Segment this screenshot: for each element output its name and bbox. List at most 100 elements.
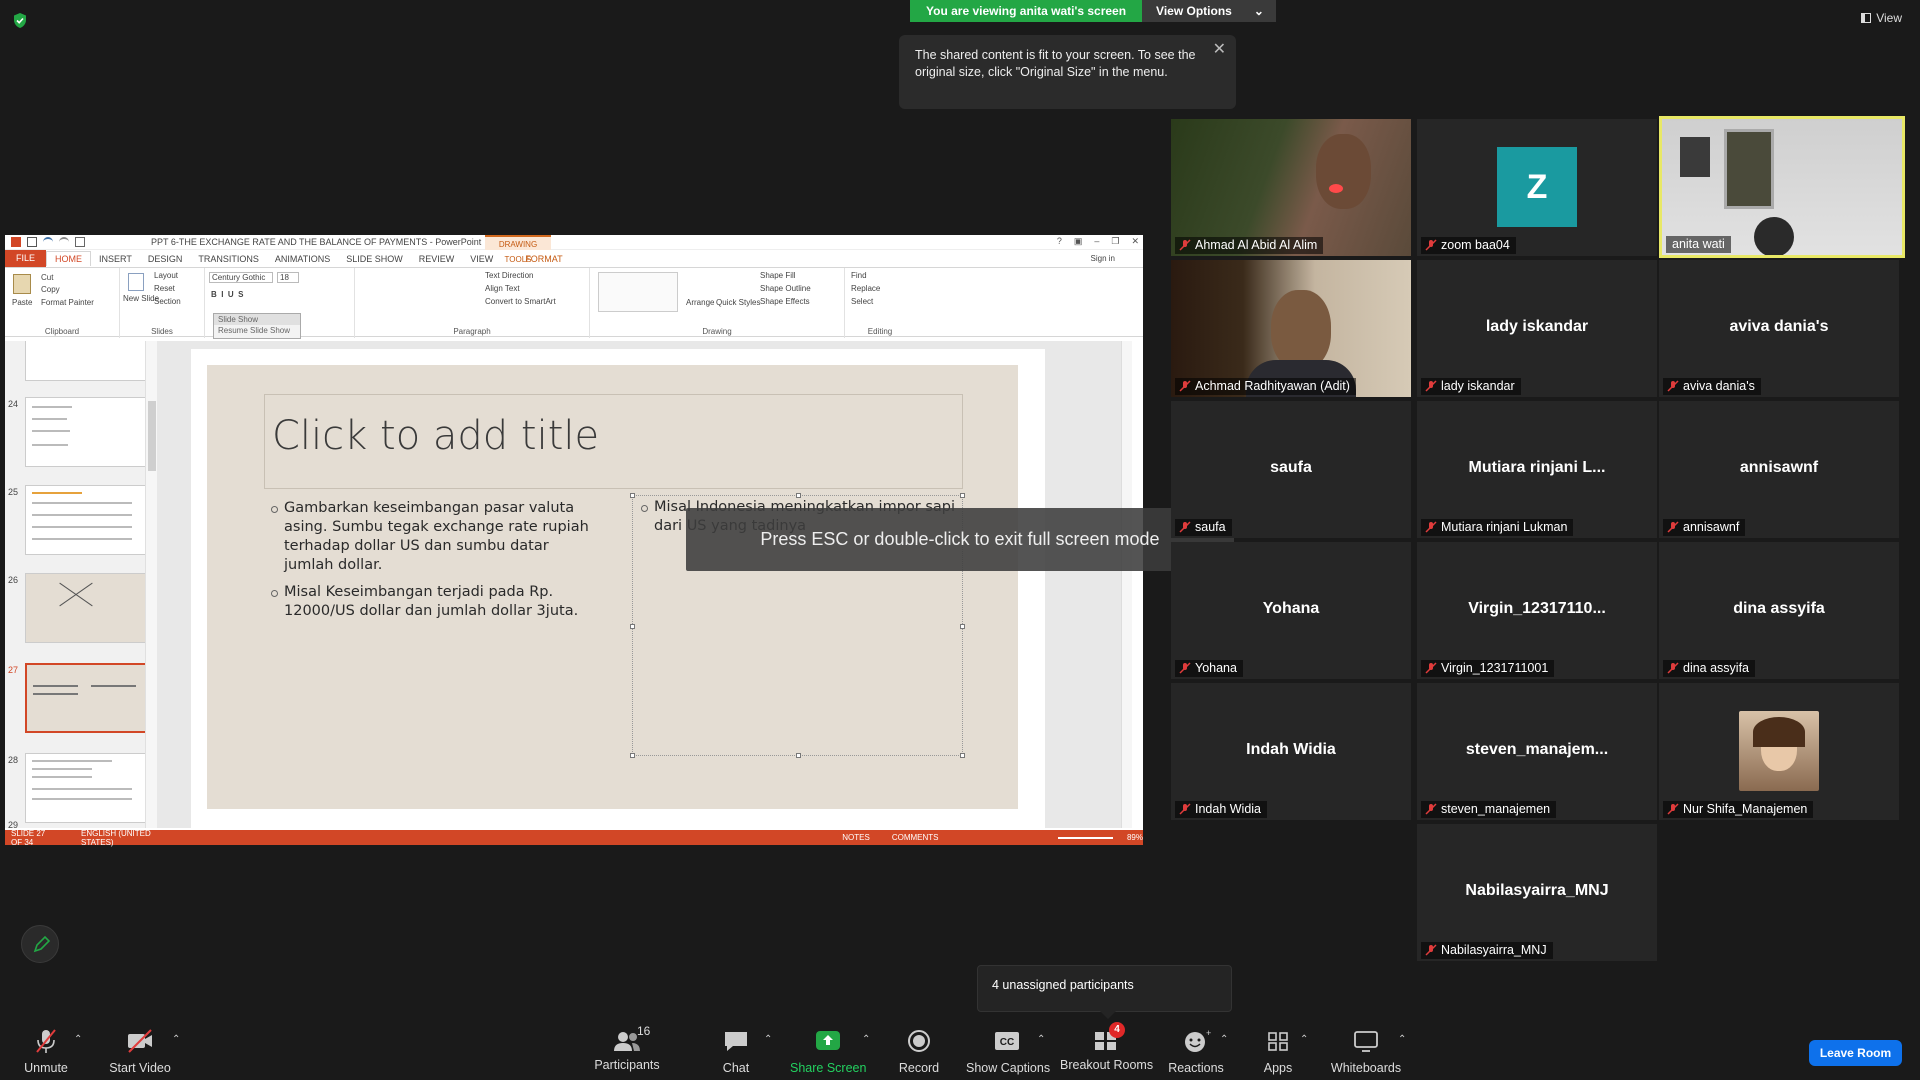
start-video-button[interactable]: Start Video: [105, 1020, 175, 1080]
participant-tile[interactable]: Virgin_12317110... Virgin_1231711001: [1417, 542, 1657, 679]
show-captions-button[interactable]: CC Show Captions: [966, 1020, 1050, 1080]
select-button[interactable]: Select: [851, 297, 873, 306]
record-button[interactable]: Record: [895, 1020, 943, 1080]
resize-handle[interactable]: [630, 493, 635, 498]
resize-handle[interactable]: [630, 753, 635, 758]
whiteboards-button[interactable]: Whiteboards: [1330, 1020, 1402, 1080]
chevron-up-icon[interactable]: ⌃: [172, 1034, 180, 1045]
chevron-up-icon[interactable]: ⌃: [1300, 1034, 1308, 1045]
help-icon[interactable]: ?: [1057, 236, 1062, 247]
section-button[interactable]: Section: [154, 297, 181, 306]
participant-tile[interactable]: dina assyifa dina assyifa: [1659, 542, 1899, 679]
breakout-rooms-button[interactable]: 4 Breakout Rooms: [1060, 1020, 1153, 1080]
reset-button[interactable]: Reset: [154, 284, 175, 293]
shape-effects-button[interactable]: Shape Effects: [760, 297, 810, 306]
tab-design[interactable]: DESIGN: [140, 254, 191, 264]
copy-button[interactable]: Copy: [41, 285, 60, 294]
slide-thumbnail-selected[interactable]: [25, 663, 145, 733]
tab-format[interactable]: FORMAT: [517, 254, 570, 264]
paste-icon[interactable]: [13, 274, 31, 294]
tab-insert[interactable]: INSERT: [91, 254, 140, 264]
participant-tile[interactable]: Indah Widia Indah Widia: [1171, 683, 1411, 820]
resize-handle[interactable]: [796, 753, 801, 758]
tab-review[interactable]: REVIEW: [411, 254, 463, 264]
close-icon[interactable]: ✕: [1213, 41, 1226, 58]
sign-in-link[interactable]: Sign in: [1083, 254, 1123, 263]
slide-thumbnail[interactable]: [25, 485, 145, 555]
arrange-button[interactable]: Arrange: [686, 298, 714, 307]
leave-room-button[interactable]: Leave Room: [1809, 1040, 1902, 1066]
replace-button[interactable]: Replace: [851, 284, 880, 293]
tab-animations[interactable]: ANIMATIONS: [267, 254, 338, 264]
zoom-slider[interactable]: [1058, 836, 1113, 839]
resize-handle[interactable]: [960, 753, 965, 758]
unmute-button[interactable]: Unmute: [18, 1020, 74, 1080]
participant-tile-active-speaker[interactable]: anita wati: [1659, 116, 1905, 258]
slideshow-option[interactable]: Slide Show: [214, 314, 300, 325]
chevron-up-icon[interactable]: ⌃: [862, 1034, 870, 1045]
bold-button[interactable]: B I U S: [211, 290, 243, 299]
layout-button[interactable]: Layout: [154, 271, 178, 280]
annotate-button[interactable]: [21, 925, 59, 963]
format-painter-button[interactable]: Format Painter: [41, 298, 94, 307]
slide-thumbnail[interactable]: [25, 753, 145, 823]
participant-tile[interactable]: Mutiara rinjani L... Mutiara rinjani Lukm…: [1417, 401, 1657, 538]
tab-home[interactable]: HOME: [46, 251, 92, 266]
resize-handle[interactable]: [960, 624, 965, 629]
view-button[interactable]: View: [1861, 11, 1902, 25]
start-slideshow-icon[interactable]: [75, 237, 85, 247]
paste-button[interactable]: Paste: [12, 298, 32, 307]
shape-outline-button[interactable]: Shape Outline: [760, 284, 811, 293]
ribbon-display-icon[interactable]: ▣: [1074, 236, 1083, 247]
participant-tile[interactable]: Nur Shifa_Manajemen: [1659, 683, 1899, 820]
restore-icon[interactable]: ❐: [1111, 236, 1119, 247]
apps-button[interactable]: Apps: [1262, 1020, 1294, 1080]
quick-styles-button[interactable]: Quick Styles: [716, 298, 760, 307]
tab-view[interactable]: VIEW: [462, 254, 501, 264]
slide-thumbnail[interactable]: [25, 341, 145, 381]
chat-button[interactable]: Chat: [718, 1020, 754, 1080]
editor-scrollbar[interactable]: [1121, 341, 1132, 828]
unassigned-participants-popup[interactable]: 4 unassigned participants: [977, 965, 1232, 1019]
close-icon[interactable]: ✕: [1131, 236, 1139, 247]
reactions-button[interactable]: + Reactions: [1168, 1020, 1224, 1080]
resize-handle[interactable]: [630, 624, 635, 629]
cut-button[interactable]: Cut: [41, 273, 53, 282]
participant-tile[interactable]: Yohana Yohana: [1171, 542, 1411, 679]
redo-icon[interactable]: [59, 237, 69, 247]
participant-tile[interactable]: lady iskandar lady iskandar: [1417, 260, 1657, 397]
undo-icon[interactable]: [43, 237, 53, 247]
shape-fill-button[interactable]: Shape Fill: [760, 271, 796, 280]
participants-button[interactable]: 16 Participants: [594, 1020, 660, 1080]
participant-tile[interactable]: saufa saufa: [1171, 401, 1411, 538]
participant-tile[interactable]: Nabilasyairra_MNJ Nabilasyairra_MNJ: [1417, 824, 1657, 961]
shapes-gallery[interactable]: [598, 272, 678, 312]
participant-tile[interactable]: steven_manajem... steven_manajemen: [1417, 683, 1657, 820]
zoom-level[interactable]: 89%: [1127, 833, 1143, 842]
tab-transitions[interactable]: TRANSITIONS: [190, 254, 267, 264]
view-options-button[interactable]: View Options ⌄: [1142, 0, 1276, 22]
font-size-select[interactable]: 18: [277, 272, 299, 283]
comments-button[interactable]: COMMENTS: [892, 833, 939, 842]
tab-file[interactable]: FILE: [5, 250, 47, 267]
participant-tile[interactable]: Ahmad Al Abid Al Alim: [1171, 119, 1411, 256]
participant-tile[interactable]: aviva dania's aviva dania's: [1659, 260, 1899, 397]
align-text-button[interactable]: Align Text: [485, 284, 520, 293]
notes-button[interactable]: NOTES: [842, 833, 870, 842]
participant-tile[interactable]: Z zoom baa04: [1417, 119, 1657, 256]
resume-slideshow-option[interactable]: Resume Slide Show: [214, 325, 300, 336]
convert-smartart-button[interactable]: Convert to SmartArt: [485, 297, 556, 306]
participant-tile[interactable]: Achmad Radhityawan (Adit): [1171, 260, 1411, 397]
chevron-up-icon[interactable]: ⌃: [1037, 1034, 1045, 1045]
new-slide-icon[interactable]: [128, 273, 144, 291]
thumbnail-scrollbar[interactable]: [145, 341, 157, 828]
participant-tile[interactable]: annisawnf annisawnf: [1659, 401, 1899, 538]
tab-slide-show[interactable]: SLIDE SHOW: [338, 254, 411, 264]
slide-thumbnail[interactable]: [25, 397, 145, 467]
chevron-up-icon[interactable]: ⌃: [1220, 1034, 1228, 1045]
slide-thumbnail[interactable]: [25, 573, 145, 643]
chevron-up-icon[interactable]: ⌃: [74, 1034, 82, 1045]
chevron-up-icon[interactable]: ⌃: [764, 1034, 772, 1045]
share-screen-button[interactable]: Share Screen: [790, 1020, 866, 1080]
save-icon[interactable]: [27, 237, 37, 247]
